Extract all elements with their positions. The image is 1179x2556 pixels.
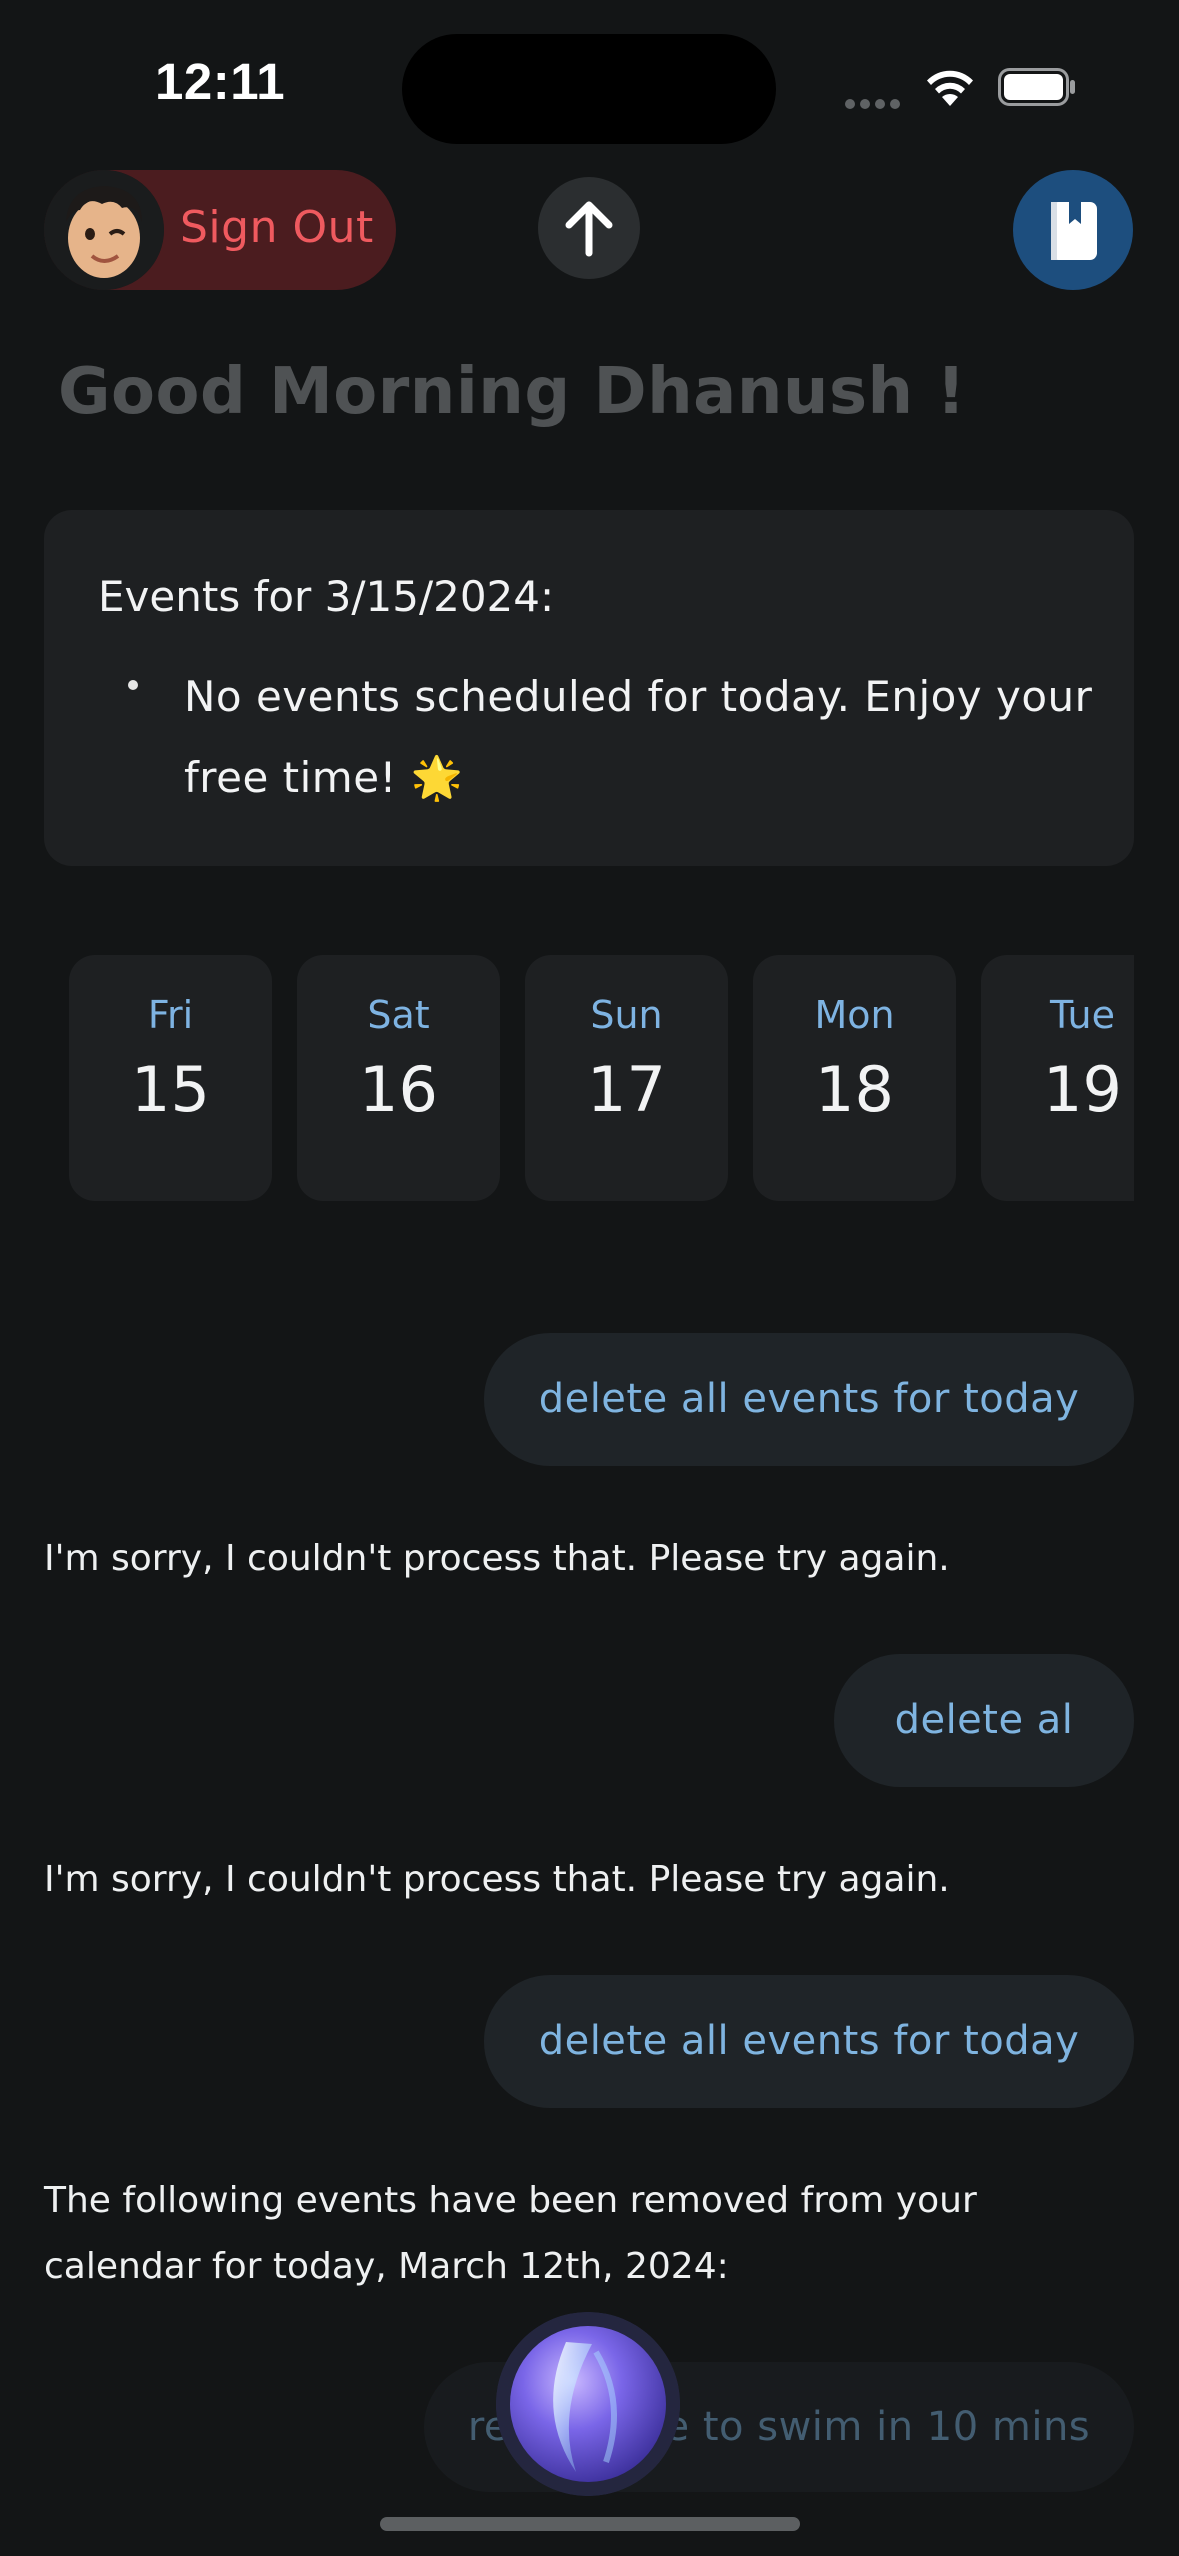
date-chip[interactable]: Fri 15 [69, 955, 272, 1201]
date-chip[interactable]: Tue 19 [981, 955, 1134, 1201]
date-number: 17 [587, 1053, 666, 1126]
avatar [44, 170, 164, 290]
sign-out-label: Sign Out [180, 202, 374, 253]
user-message-bubble[interactable]: delete all events for today [484, 1333, 1134, 1466]
date-day: Tue [1050, 993, 1115, 1037]
date-chip[interactable]: Mon 18 [753, 955, 956, 1201]
date-number: 19 [1043, 1053, 1122, 1126]
assistant-message: I'm sorry, I couldn't process that. Plea… [44, 1538, 950, 1579]
assistant-message: I'm sorry, I couldn't process that. Plea… [44, 1859, 950, 1900]
status-time: 12:11 [155, 53, 286, 110]
book-icon [1051, 202, 1097, 260]
arrow-up-icon [565, 201, 613, 257]
date-day: Fri [147, 993, 194, 1037]
date-day: Sat [367, 993, 430, 1037]
date-chip[interactable]: Sat 16 [297, 955, 500, 1201]
book-button[interactable] [1013, 170, 1133, 290]
scroll-up-button[interactable] [538, 177, 640, 279]
wifi-icon [923, 64, 977, 112]
date-strip[interactable]: Fri 15 Sat 16 Sun 17 Mon 18 Tue 19 [44, 955, 1134, 1203]
assistant-message: The following events have been removed f… [44, 2180, 977, 2287]
siri-orb-button[interactable] [496, 2312, 680, 2496]
date-day: Mon [814, 993, 895, 1037]
battery-icon [998, 68, 1075, 106]
date-number: 16 [359, 1053, 438, 1126]
date-number: 18 [815, 1053, 894, 1126]
home-indicator[interactable] [380, 2517, 800, 2531]
events-item: No events scheduled for today. Enjoy you… [184, 672, 1093, 802]
date-number: 15 [131, 1053, 210, 1126]
user-message-bubble[interactable]: delete all events for today [484, 1975, 1134, 2108]
greeting-heading: Good Morning Dhanush ! [58, 355, 967, 429]
date-chip[interactable]: Sun 17 [525, 955, 728, 1201]
user-message-bubble[interactable]: delete al [834, 1654, 1134, 1787]
events-title: Events for 3/15/2024: [98, 572, 555, 621]
dynamic-island [402, 34, 776, 144]
bullet-icon [128, 680, 138, 690]
date-day: Sun [590, 993, 663, 1037]
siri-orb-icon [496, 2312, 680, 2496]
cellular-signal-icon [845, 94, 905, 109]
